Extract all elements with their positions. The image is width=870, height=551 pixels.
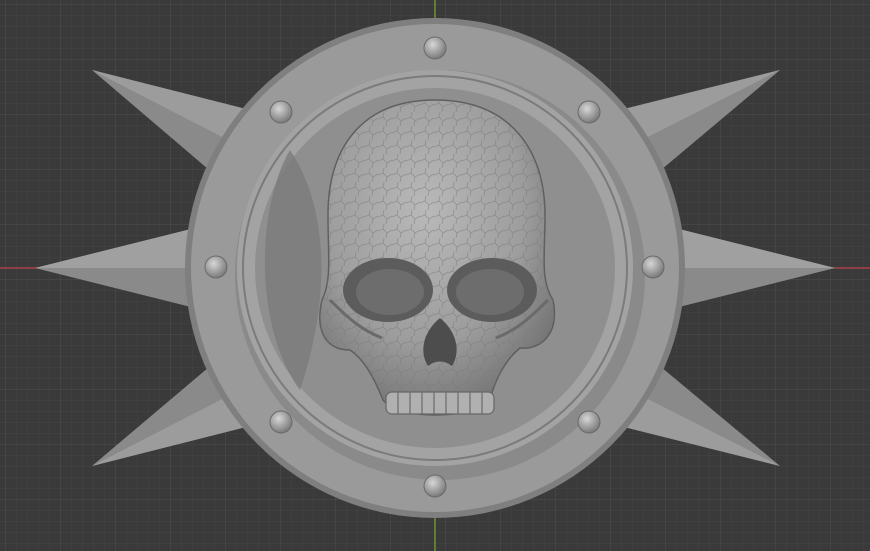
rivet: [423, 474, 447, 498]
rivet: [269, 410, 293, 434]
rivet: [577, 100, 601, 124]
skull-right-eye-inner: [456, 269, 524, 315]
viewport-canvas[interactable]: [0, 0, 870, 551]
skull-teeth: [385, 391, 495, 415]
rivet: [269, 100, 293, 124]
skull-left-eye-inner: [356, 269, 424, 315]
rivet: [204, 255, 228, 279]
rivet: [577, 410, 601, 434]
3d-viewport[interactable]: [0, 0, 870, 551]
rivet: [641, 255, 665, 279]
rivet: [423, 36, 447, 60]
